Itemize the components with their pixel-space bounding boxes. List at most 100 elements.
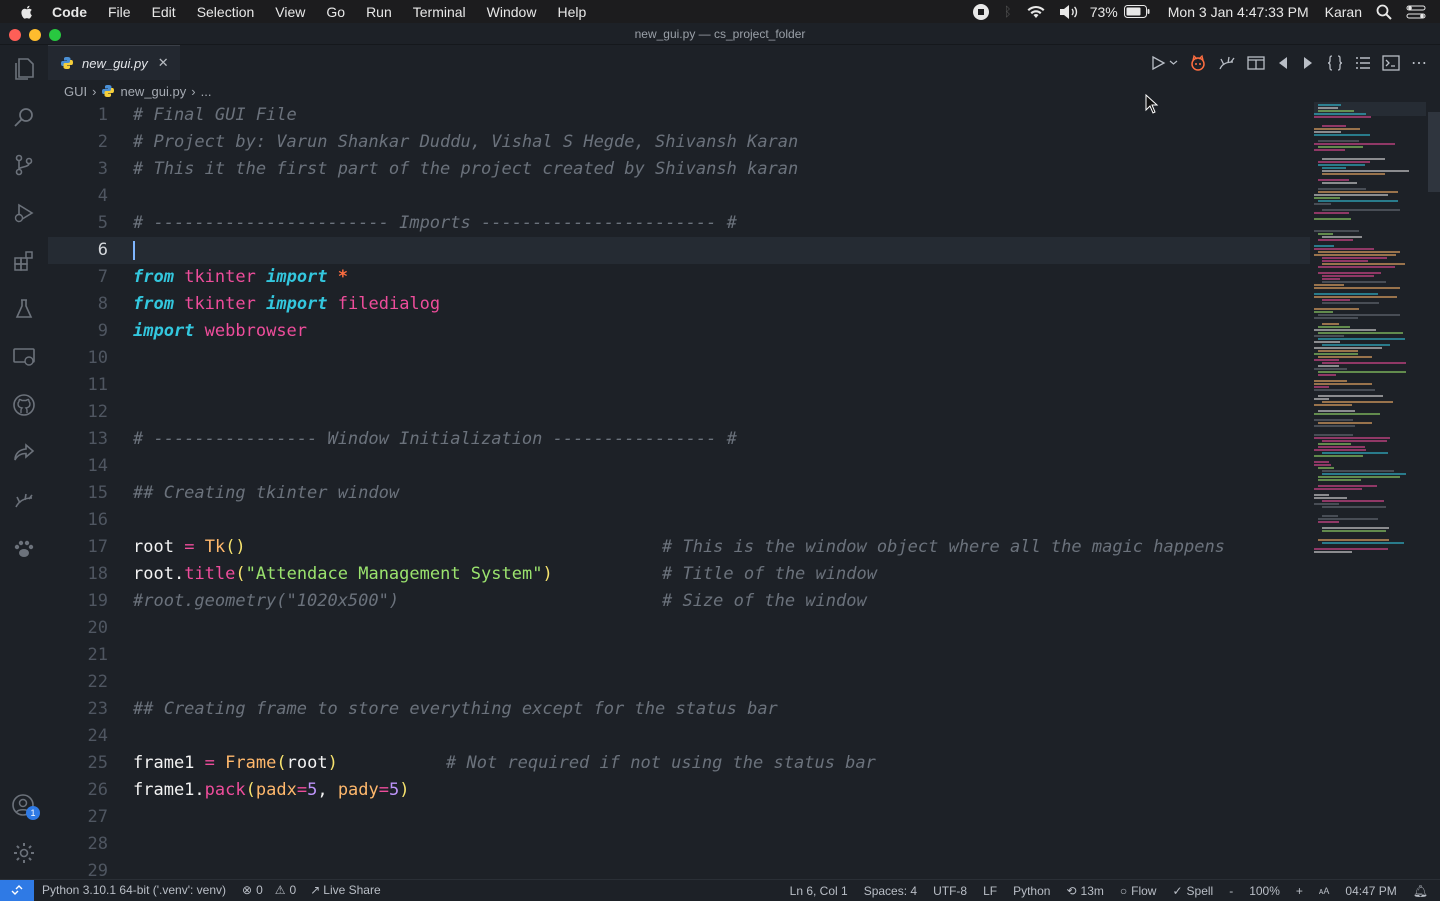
more-actions-icon[interactable]: ⋯ [1411, 53, 1428, 73]
testing-icon[interactable] [10, 295, 38, 323]
minimap-line [1314, 194, 1388, 196]
minimap-line [1314, 116, 1371, 118]
minimap-line [1322, 302, 1379, 304]
menu-app-name[interactable]: Code [52, 4, 87, 20]
menu-user[interactable]: Karan [1325, 4, 1362, 20]
menu-terminal[interactable]: Terminal [413, 4, 466, 20]
search-icon[interactable] [1376, 4, 1392, 20]
menu-window[interactable]: Window [487, 4, 537, 20]
menu-edit[interactable]: Edit [152, 4, 176, 20]
menu-help[interactable]: Help [557, 4, 586, 20]
extensions-icon[interactable] [10, 247, 38, 275]
menu-file[interactable]: File [108, 4, 131, 20]
battery-icon[interactable] [1123, 5, 1150, 18]
minimap-line [1322, 281, 1386, 283]
run-debug-icon[interactable] [10, 199, 38, 227]
breadcrumb-file[interactable]: new_gui.py [120, 84, 186, 99]
search-view-icon[interactable] [10, 103, 38, 131]
zoom-in-button[interactable]: + [1296, 884, 1303, 898]
line-number: 26 [87, 780, 108, 800]
terminal-icon[interactable] [1382, 54, 1400, 71]
operator: = [184, 537, 195, 557]
python-file-icon [61, 57, 73, 69]
github-icon[interactable] [10, 391, 38, 419]
minimap-line [1314, 329, 1376, 331]
accounts-icon[interactable]: 1 [10, 792, 40, 820]
control-center-icon[interactable] [1406, 4, 1426, 20]
warnings-icon[interactable]: ⚠ [275, 883, 286, 897]
zoom-level[interactable]: 100% [1249, 884, 1280, 898]
chevron-down-icon[interactable] [1169, 58, 1178, 67]
minimize-window-button[interactable] [29, 29, 41, 41]
spell-label[interactable]: Spell [1187, 884, 1214, 898]
language-mode[interactable]: Python [1013, 884, 1050, 898]
settings-gear-icon[interactable] [10, 839, 38, 867]
notifications-bell-icon[interactable]: 🔔︎ [1413, 884, 1428, 898]
file-encoding[interactable]: UTF-8 [933, 884, 967, 898]
source-control-icon[interactable] [10, 151, 38, 179]
menu-run[interactable]: Run [366, 4, 392, 20]
braces-icon[interactable] [1326, 54, 1344, 71]
line-number: 1 [97, 105, 108, 125]
check-icon[interactable]: ✓ [1172, 884, 1182, 898]
string-literal: "Attendace Management System" [245, 564, 543, 584]
indentation[interactable]: Spaces: 4 [864, 884, 917, 898]
line-number: 13 [87, 429, 108, 449]
go-forward-icon[interactable] [1301, 55, 1315, 71]
breadcrumb-more[interactable]: ... [201, 84, 212, 99]
warnings-count[interactable]: 0 [290, 883, 297, 897]
menu-go[interactable]: Go [326, 4, 345, 20]
cursor-position[interactable]: Ln 6, Col 1 [790, 884, 848, 898]
vertical-scrollbar[interactable] [1426, 100, 1440, 879]
minimap-line [1318, 485, 1377, 487]
volume-icon[interactable] [1058, 4, 1080, 20]
errors-icon[interactable]: ⊗ [242, 883, 252, 897]
editor-toolbar: ⋯ [1150, 45, 1428, 80]
remote-indicator-icon[interactable] [0, 879, 34, 901]
remote-explorer-icon[interactable] [10, 343, 38, 371]
line-number: 29 [87, 861, 108, 879]
open-preview-icon[interactable] [1247, 55, 1265, 71]
zoom-out-button[interactable]: - [1229, 884, 1233, 898]
docker-icon[interactable] [10, 487, 38, 515]
bluetooth-icon[interactable]: ᛒ [1004, 4, 1012, 19]
menu-selection[interactable]: Selection [197, 4, 255, 20]
live-share-status-icon[interactable]: ↗ [310, 883, 320, 897]
history-icon[interactable]: ⟲ [1066, 884, 1076, 898]
go-back-icon[interactable] [1276, 55, 1290, 71]
explorer-icon[interactable] [10, 55, 38, 83]
breadcrumb-folder[interactable]: GUI [64, 84, 87, 99]
live-share-label[interactable]: Live Share [323, 883, 380, 897]
font-size-icon[interactable]: ᴀA [1319, 886, 1329, 896]
record-icon[interactable] [972, 3, 990, 21]
scrollbar-thumb[interactable] [1428, 112, 1440, 192]
minimap-line [1314, 245, 1334, 247]
flow-label[interactable]: Flow [1131, 884, 1156, 898]
wifi-icon[interactable] [1026, 4, 1046, 20]
run-python-file-icon[interactable] [1150, 55, 1166, 71]
minimap-line [1314, 413, 1380, 415]
live-debug-icon[interactable] [1218, 54, 1236, 72]
outline-list-icon[interactable] [1355, 56, 1371, 70]
minimap-line [1314, 455, 1363, 457]
menu-datetime[interactable]: Mon 3 Jan 4:47:33 PM [1168, 4, 1309, 20]
live-share-icon[interactable] [10, 439, 38, 467]
tab-close-icon[interactable]: ✕ [158, 55, 169, 71]
minimap-line [1318, 467, 1334, 469]
cat-face-icon[interactable] [1189, 54, 1207, 72]
flow-icon[interactable]: ○ [1120, 884, 1127, 898]
menu-view[interactable]: View [275, 4, 305, 20]
apple-icon[interactable] [18, 3, 36, 21]
minimap-line [1318, 446, 1365, 448]
code-editor[interactable]: 1 # Final GUI File 2 # Project by: Varun S… [48, 100, 1310, 879]
errors-count[interactable]: 0 [256, 883, 263, 897]
close-window-button[interactable] [9, 29, 21, 41]
paw-icon[interactable] [10, 535, 38, 563]
time-tracked[interactable]: 13m [1081, 884, 1104, 898]
minimap[interactable] [1314, 100, 1426, 879]
end-of-line[interactable]: LF [983, 884, 997, 898]
tab-new-gui-py[interactable]: new_gui.py ✕ [48, 45, 180, 80]
minimap-line [1322, 158, 1385, 160]
python-interpreter[interactable]: Python 3.10.1 64-bit ('.venv': venv) [42, 883, 226, 897]
maximize-window-button[interactable] [49, 29, 61, 41]
